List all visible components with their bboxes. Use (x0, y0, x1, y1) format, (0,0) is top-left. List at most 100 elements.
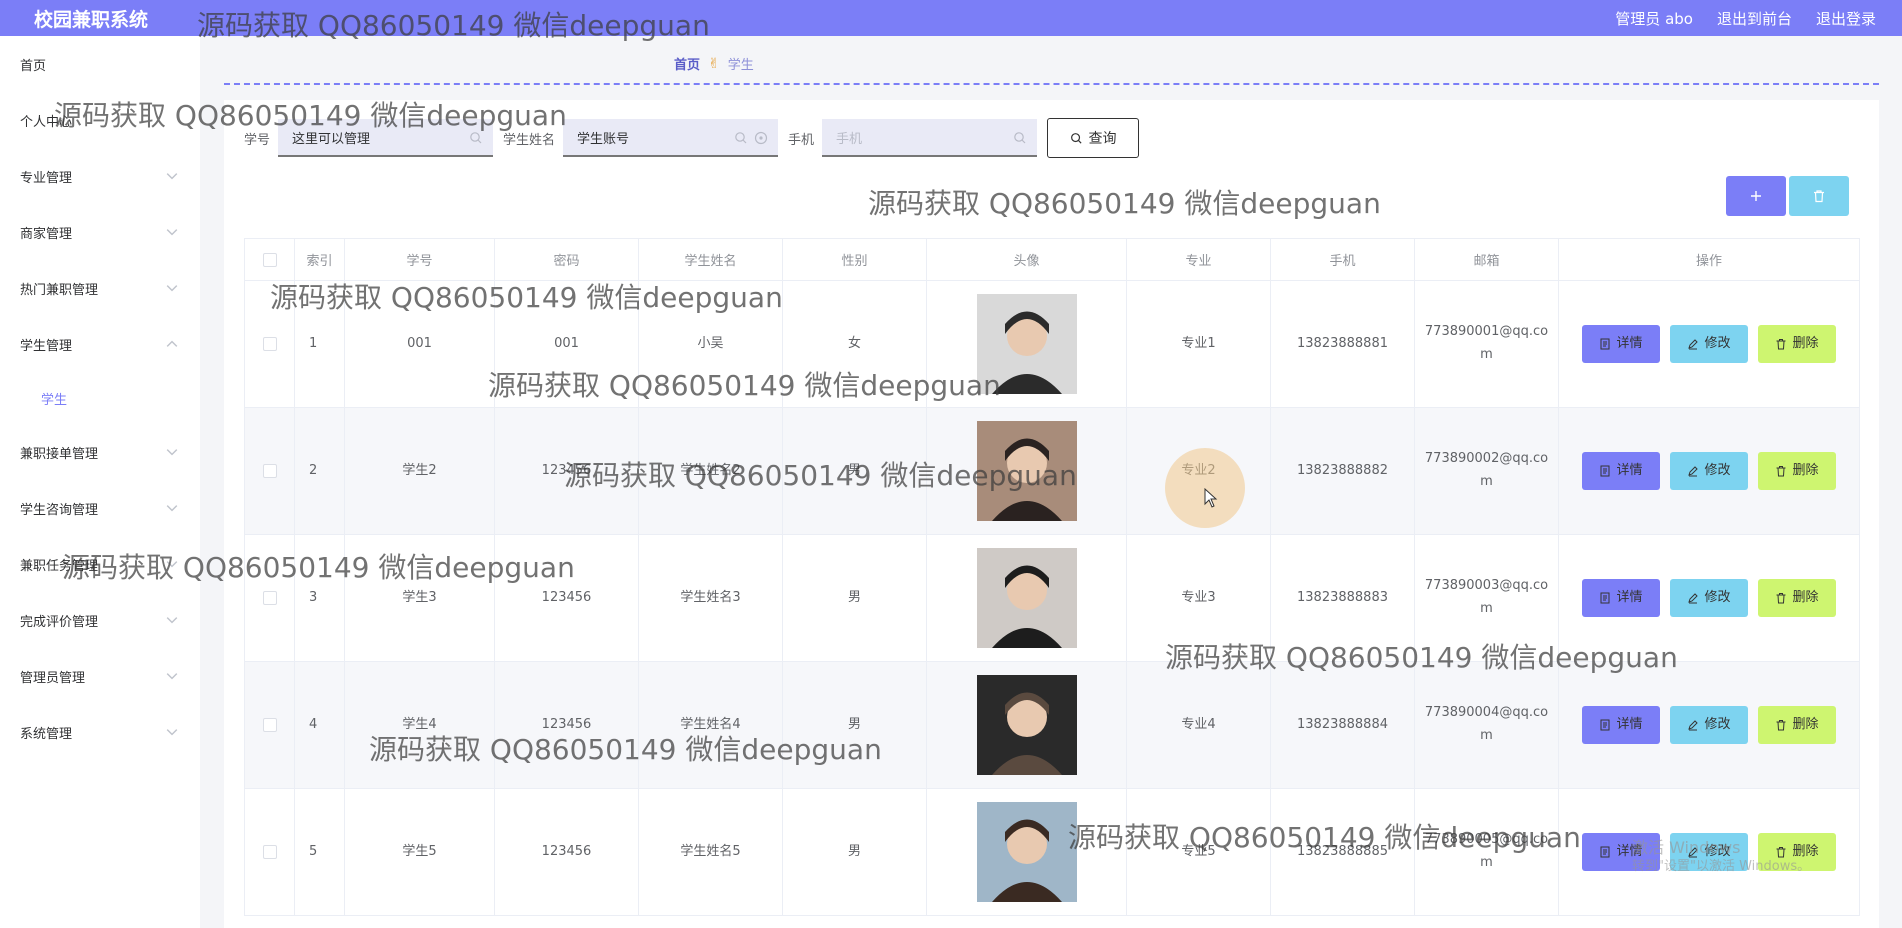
detail-button[interactable]: 详情 (1582, 579, 1660, 617)
breadcrumb-home[interactable]: 首页 (674, 54, 700, 73)
search-icon (1070, 132, 1082, 144)
sidebar-item-label: 首页 (20, 58, 47, 74)
front-page-link[interactable]: 退出到前台 (1717, 8, 1792, 29)
gender-cell: 男 (782, 661, 927, 789)
student-name-cell: 学生姓名4 (638, 661, 783, 789)
sidebar-item-system-mgmt[interactable]: 系统管理 (0, 704, 200, 760)
column-header: 专业 (1126, 238, 1271, 281)
row-checkbox[interactable] (262, 717, 277, 732)
detail-button[interactable]: 详情 (1582, 325, 1660, 363)
row-checkbox[interactable] (262, 336, 277, 351)
query-button[interactable]: 查询 (1047, 118, 1140, 158)
student-no-input[interactable]: 这里可以管理 (278, 119, 494, 157)
detail-label: 详情 (1616, 463, 1643, 479)
phone-cell: 13823888883 (1270, 534, 1415, 662)
windows-activation-hint: 转到"设置"以激活 Windows。 (1632, 858, 1811, 874)
sidebar-item-home[interactable]: 首页 (0, 36, 200, 92)
top-links: 管理员 abo 退出到前台 退出登录 (1615, 0, 1876, 36)
column-header: 性别 (782, 238, 927, 281)
app-brand: 校园兼职系统 (34, 8, 149, 31)
edit-button[interactable]: 修改 (1670, 325, 1748, 363)
table-header-row: 索引 学号 密码 学生姓名 性别 头像 专业 手机 邮箱 操作 (244, 238, 1860, 281)
major-cell: 专业4 (1126, 661, 1271, 789)
student-no-cell: 001 (344, 280, 495, 408)
sidebar-item-review-mgmt[interactable]: 完成评价管理 (0, 592, 200, 648)
student-no-cell: 学生2 (344, 407, 495, 535)
chevron-down-icon (166, 285, 178, 292)
detail-button[interactable]: 详情 (1582, 452, 1660, 490)
logout-link[interactable]: 退出登录 (1816, 8, 1876, 29)
row-checkbox[interactable] (262, 463, 277, 478)
email-cell: 773890004@qq.com (1414, 661, 1559, 789)
actions-cell: 详情 修改 删除 (1558, 407, 1860, 535)
sidebar-item-consult-mgmt[interactable]: 学生咨询管理 (0, 480, 200, 536)
edit-button[interactable]: 修改 (1670, 452, 1748, 490)
search-icon (735, 132, 747, 144)
sidebar-item-label: 兼职接单管理 (20, 446, 99, 462)
content-panel: 学号 这里可以管理 学生姓名 学生账号 手机 手机 查询 索引 学号 密码 学生… (224, 100, 1879, 928)
phone-cell: 13823888882 (1270, 407, 1415, 535)
table-row: 5 学生5 123456 学生姓名5 男 专业5 13823888885 773890005@… (244, 788, 1860, 916)
edit-button[interactable]: 修改 (1670, 706, 1748, 744)
major-cell: 专业5 (1126, 788, 1271, 916)
document-icon (1600, 465, 1610, 477)
actions-cell: 详情 修改 删除 (1558, 280, 1860, 408)
delete-button[interactable]: 删除 (1758, 325, 1836, 363)
index-cell: 4 (294, 661, 345, 789)
student-name-label: 学生姓名 (503, 132, 556, 148)
windows-activation-notice: 激活 Windows 转到"设置"以激活 Windows。 (1632, 838, 1810, 876)
delete-button[interactable]: 删除 (1758, 452, 1836, 490)
sidebar-item-hot-job-mgmt[interactable]: 热门兼职管理 (0, 260, 200, 316)
sidebar-item-student-mgmt[interactable]: 学生管理 (0, 316, 200, 372)
edit-button[interactable]: 修改 (1670, 579, 1748, 617)
avatar (976, 802, 1077, 902)
edit-label: 修改 (1704, 463, 1731, 479)
student-name-value: 学生账号 (577, 131, 630, 147)
plus-icon (1751, 191, 1761, 201)
sidebar-item-job-order-mgmt[interactable]: 兼职接单管理 (0, 424, 200, 480)
sidebar-item-profile[interactable]: 个人中心 (0, 92, 200, 148)
student-no-cell: 学生4 (344, 661, 495, 789)
column-header: 手机 (1270, 238, 1415, 281)
trash-icon (1776, 466, 1786, 477)
sidebar-item-student[interactable]: 学生 (0, 372, 200, 424)
divider (224, 83, 1879, 85)
delete-label: 删除 (1792, 590, 1819, 606)
sidebar-item-admin-mgmt[interactable]: 管理员管理 (0, 648, 200, 704)
phone-input[interactable]: 手机 (822, 119, 1038, 157)
select-all-checkbox[interactable] (262, 252, 277, 267)
avatar-cell (926, 534, 1127, 662)
table-row: 2学生2123456学生姓名2男专业213823888882773890002@… (244, 407, 1860, 535)
sidebar-item-merchant-mgmt[interactable]: 商家管理 (0, 204, 200, 260)
student-name-input[interactable]: 学生账号 (563, 119, 779, 157)
batch-delete-button[interactable] (1789, 176, 1849, 216)
clear-icon[interactable] (754, 131, 768, 145)
student-name-cell: 学生姓名3 (638, 534, 783, 662)
sidebar-item-task-mgmt[interactable]: 兼职任务管理 (0, 536, 200, 592)
chevron-down-icon (166, 449, 178, 456)
phone-label: 手机 (788, 132, 815, 148)
delete-button[interactable]: 删除 (1758, 706, 1836, 744)
email-cell: 773890001@qq.com (1414, 280, 1559, 408)
student-name-cell: 学生姓名2 (638, 407, 783, 535)
sidebar-item-major-mgmt[interactable]: 专业管理 (0, 148, 200, 204)
row-select-cell (244, 661, 295, 789)
student-table: 索引 学号 密码 学生姓名 性别 头像 专业 手机 邮箱 操作 1 001 001 小… (244, 238, 1860, 916)
pencil-icon (1688, 339, 1699, 350)
document-icon (1600, 338, 1610, 350)
sidebar: 首页 个人中心 专业管理 商家管理 热门兼职管理 学生管理 学生 兼职接单管理 … (0, 36, 200, 928)
delete-label: 删除 (1792, 717, 1819, 733)
admin-user-label[interactable]: 管理员 abo (1615, 8, 1693, 29)
add-button[interactable] (1726, 176, 1786, 216)
row-checkbox[interactable] (262, 590, 277, 605)
chevron-down-icon (166, 729, 178, 736)
detail-button[interactable]: 详情 (1582, 706, 1660, 744)
pencil-icon (1688, 720, 1699, 731)
row-checkbox[interactable] (262, 844, 277, 859)
row-select-cell (244, 788, 295, 916)
column-header: 学生姓名 (638, 238, 783, 281)
delete-button[interactable]: 删除 (1758, 579, 1836, 617)
sidebar-item-label: 学生咨询管理 (20, 502, 99, 518)
trash-icon (1776, 720, 1786, 731)
column-header: 操作 (1558, 238, 1860, 281)
